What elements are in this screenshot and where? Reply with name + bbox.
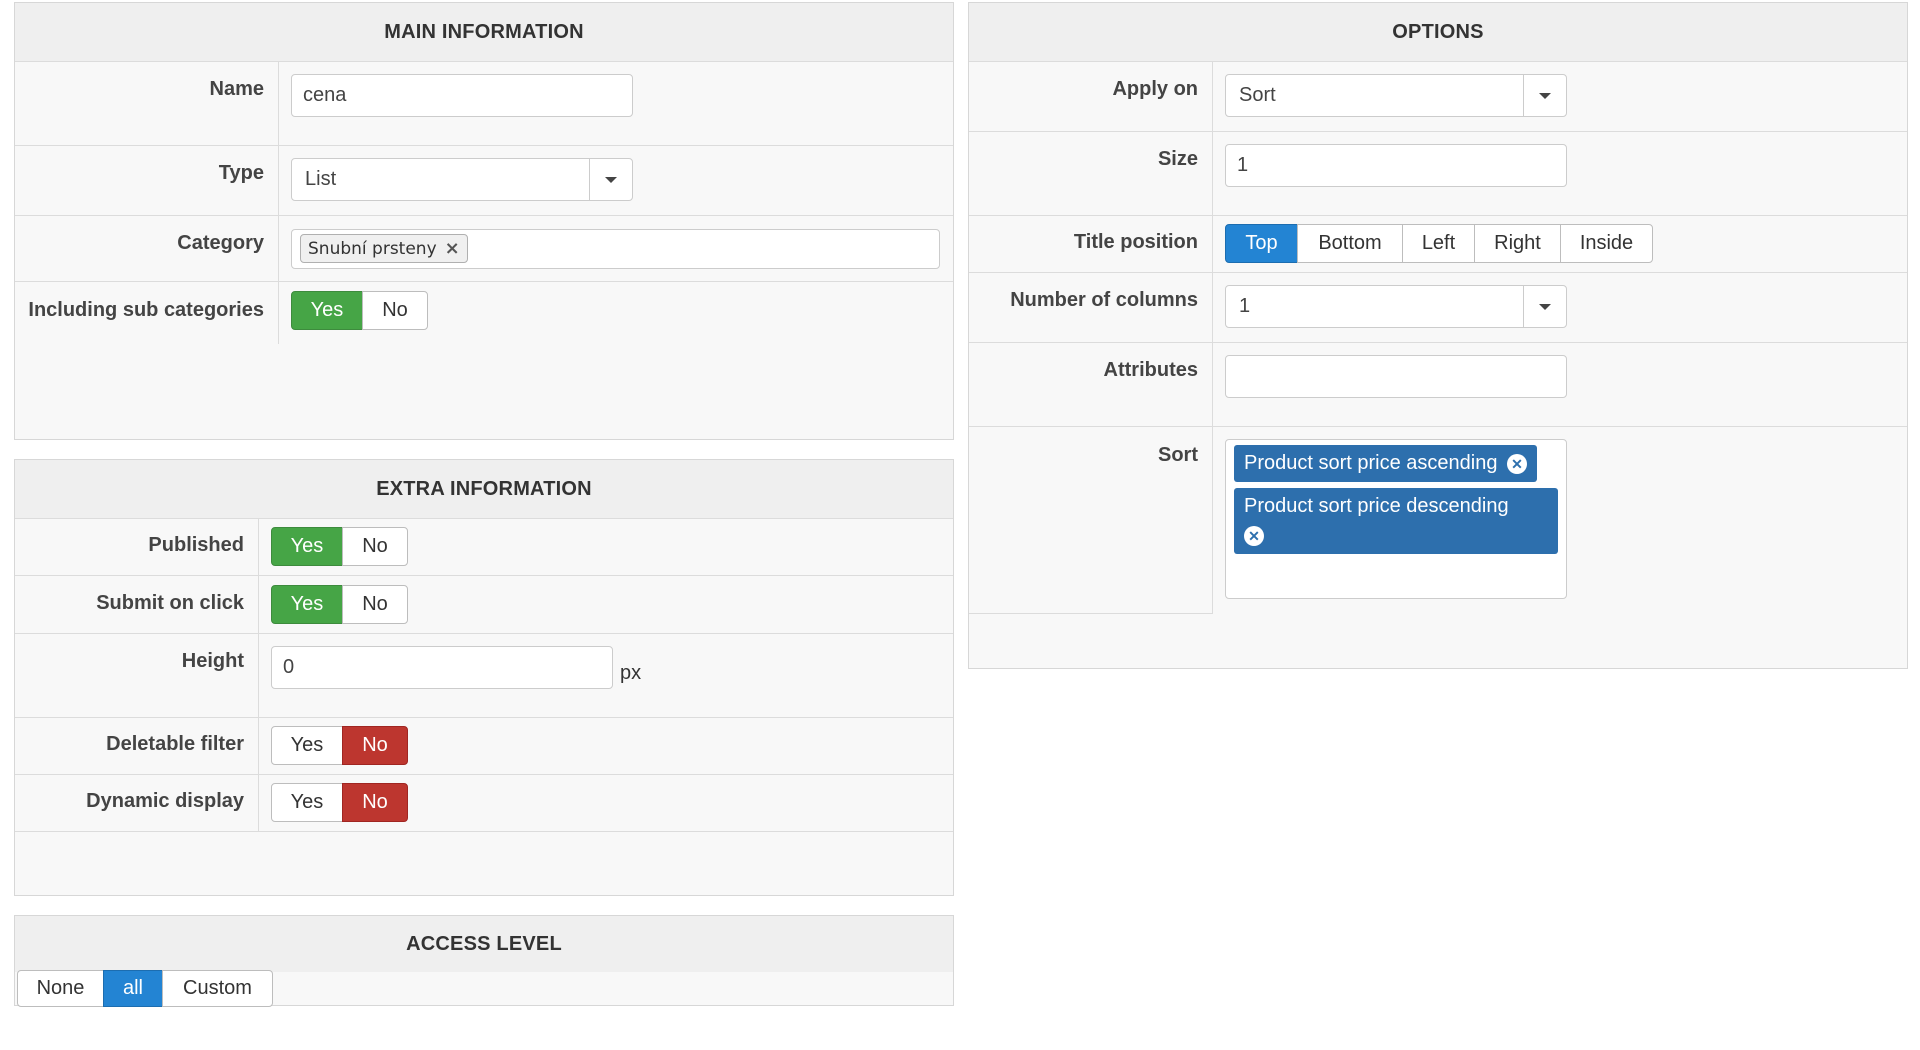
submit-row: Submit on click Yes No [15, 576, 953, 634]
apply-on-select[interactable]: Sort [1225, 74, 1567, 117]
name-label: Name [15, 62, 279, 145]
category-chip-label: Snubní prsteny [308, 238, 437, 259]
main-information-panel: MAIN INFORMATION Name cena Type List Cat… [14, 2, 954, 440]
deletable-yes-button[interactable]: Yes [271, 726, 343, 765]
published-row: Published Yes No [15, 519, 953, 576]
apply-on-row: Apply on Sort [969, 62, 1907, 132]
access-none-button[interactable]: None [17, 970, 104, 1007]
apply-on-label: Apply on [969, 62, 1213, 131]
attributes-row: Attributes [969, 343, 1907, 427]
title-position-row: Title position Top Bottom Left Right Ins… [969, 216, 1907, 273]
type-row: Type List [15, 146, 953, 216]
deletable-no-button[interactable]: No [342, 726, 408, 765]
submit-label: Submit on click [15, 576, 259, 633]
apply-on-dropdown-button[interactable] [1523, 75, 1566, 116]
category-chip: Snubní prsteny × [300, 234, 468, 263]
dynamic-yes-button[interactable]: Yes [271, 783, 343, 822]
access-all-button[interactable]: all [103, 970, 163, 1007]
sub-categories-yes-button[interactable]: Yes [291, 291, 363, 330]
submit-yes-button[interactable]: Yes [271, 585, 343, 624]
caret-down-icon [605, 176, 617, 183]
type-dropdown-button[interactable] [589, 159, 632, 200]
sort-multiselect[interactable]: Product sort price ascending ✕ Product s… [1225, 439, 1567, 599]
published-no-button[interactable]: No [342, 527, 408, 566]
height-unit: px [620, 662, 642, 684]
sub-categories-toggle: Yes No [291, 291, 428, 330]
size-row: Size 1 [969, 132, 1907, 216]
title-position-left-button[interactable]: Left [1402, 224, 1475, 263]
category-label: Category [15, 216, 279, 281]
published-toggle: Yes No [271, 527, 408, 566]
x-icon[interactable]: × [445, 238, 460, 259]
main-information-title: MAIN INFORMATION [15, 3, 953, 62]
type-label: Type [15, 146, 279, 215]
access-level-panel: ACCESS LEVEL None all Custom [14, 915, 954, 1007]
sort-row: Sort Product sort price ascending ✕ Prod… [969, 427, 1907, 614]
sub-categories-label: Including sub categories [15, 282, 279, 344]
sort-label: Sort [969, 427, 1213, 614]
columns-dropdown-button[interactable] [1523, 286, 1566, 327]
dynamic-toggle: Yes No [271, 783, 408, 822]
extra-information-panel: EXTRA INFORMATION Published Yes No Submi… [14, 459, 954, 896]
title-position-bottom-button[interactable]: Bottom [1297, 224, 1403, 263]
name-input[interactable]: cena [291, 74, 633, 117]
sort-tag-descending: Product sort price descending ✕ [1234, 488, 1558, 554]
deletable-toggle: Yes No [271, 726, 408, 765]
apply-on-select-value: Sort [1239, 84, 1276, 106]
options-title: OPTIONS [969, 3, 1907, 62]
type-select-value: List [305, 168, 337, 190]
sub-categories-no-button[interactable]: No [362, 291, 428, 330]
access-custom-button[interactable]: Custom [162, 970, 273, 1007]
columns-row: Number of columns 1 [969, 273, 1907, 343]
height-input[interactable]: 0 [271, 646, 613, 689]
sort-tag-ascending: Product sort price ascending ✕ [1234, 445, 1538, 482]
caret-down-icon [1539, 92, 1551, 99]
submit-no-button[interactable]: No [342, 585, 408, 624]
extra-information-title: EXTRA INFORMATION [15, 460, 953, 519]
dynamic-label: Dynamic display [15, 775, 259, 831]
columns-select-value: 1 [1239, 295, 1251, 317]
dynamic-row: Dynamic display Yes No [15, 775, 953, 832]
sort-tag-descending-label: Product sort price descending [1244, 495, 1509, 517]
deletable-label: Deletable filter [15, 718, 259, 774]
submit-toggle: Yes No [271, 585, 408, 624]
published-yes-button[interactable]: Yes [271, 527, 343, 566]
category-row: Category Snubní prsteny × [15, 216, 953, 282]
deletable-row: Deletable filter Yes No [15, 718, 953, 775]
title-position-label: Title position [969, 216, 1213, 272]
columns-label: Number of columns [969, 273, 1213, 342]
dynamic-no-button[interactable]: No [342, 783, 408, 822]
sort-tag-ascending-label: Product sort price ascending [1244, 452, 1498, 474]
height-row: Height 0 px [15, 634, 953, 718]
options-panel: OPTIONS Apply on Sort Size 1 Title posit… [968, 2, 1908, 669]
access-level-toggle: None all Custom [17, 970, 273, 1007]
height-label: Height [15, 634, 259, 717]
sub-categories-row: Including sub categories Yes No [15, 282, 953, 344]
columns-select[interactable]: 1 [1225, 285, 1567, 328]
attributes-input[interactable] [1225, 355, 1567, 398]
x-circle-icon[interactable]: ✕ [1244, 525, 1264, 546]
title-position-right-button[interactable]: Right [1474, 224, 1561, 263]
size-input[interactable]: 1 [1225, 144, 1567, 187]
title-position-toggle: Top Bottom Left Right Inside [1225, 224, 1653, 263]
access-level-title: ACCESS LEVEL [15, 916, 953, 972]
size-label: Size [969, 132, 1213, 215]
name-row: Name cena [15, 62, 953, 146]
published-label: Published [15, 519, 259, 575]
caret-down-icon [1539, 303, 1551, 310]
title-position-top-button[interactable]: Top [1225, 224, 1298, 263]
category-input[interactable]: Snubní prsteny × [291, 229, 940, 269]
title-position-inside-button[interactable]: Inside [1560, 224, 1653, 263]
type-select[interactable]: List [291, 158, 633, 201]
x-circle-icon[interactable]: ✕ [1507, 453, 1528, 474]
attributes-label: Attributes [969, 343, 1213, 426]
